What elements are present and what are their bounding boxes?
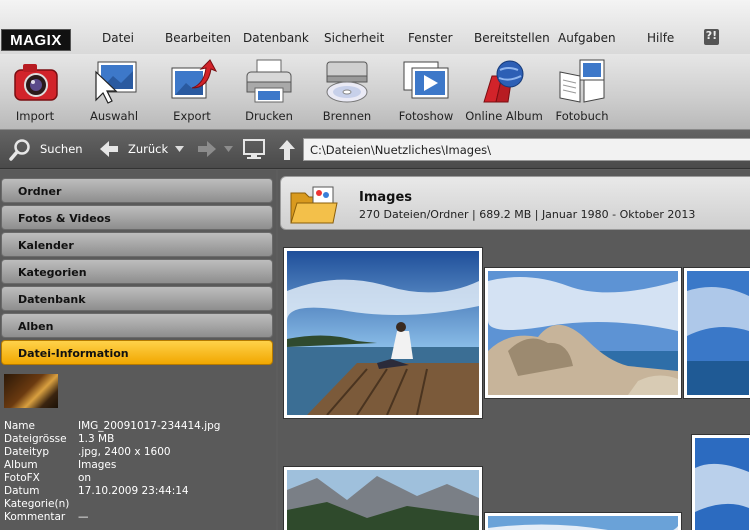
fotobuch-button[interactable]: Fotobuch xyxy=(542,58,622,128)
section-ordner[interactable]: Ordner xyxy=(1,178,273,203)
info-label-kategorie: Kategorie(n) xyxy=(4,498,70,510)
info-label-dateityp: Dateityp xyxy=(4,446,50,458)
left-sidebar: Ordner Fotos & Videos Kalender Kategorie… xyxy=(0,170,276,530)
main-toolbar: Import Auswahl Export Drucken Brennen Fo… xyxy=(0,54,750,130)
drucken-label: Drucken xyxy=(245,109,293,123)
magix-logo: MAGIX xyxy=(1,29,71,51)
photo-rocks-beach xyxy=(488,271,678,395)
online-album-button[interactable]: Online Album xyxy=(464,58,544,128)
forward-arrow-icon[interactable] xyxy=(196,139,218,159)
file-thumbnail[interactable] xyxy=(4,374,58,408)
brennen-label: Brennen xyxy=(322,109,372,123)
back-arrow-icon[interactable] xyxy=(98,139,120,159)
info-label-album: Album xyxy=(4,459,38,471)
info-value-dateityp: .jpg, 2400 x 1600 xyxy=(78,446,171,458)
photobook-icon xyxy=(559,59,605,103)
menu-aufgaben[interactable]: Aufgaben xyxy=(558,31,616,45)
photo-beach-partial xyxy=(488,516,678,530)
search-label[interactable]: Suchen xyxy=(40,142,83,156)
fotoshow-label: Fotoshow xyxy=(398,109,454,123)
menu-hilfe[interactable]: Hilfe xyxy=(647,31,674,45)
photo-mountains xyxy=(287,470,479,530)
search-icon[interactable] xyxy=(8,138,32,162)
folder-header: Images 270 Dateien/Ordner | 689.2 MB | J… xyxy=(280,176,750,230)
export-label: Export xyxy=(173,109,211,123)
burn-disc-icon xyxy=(326,61,368,103)
auswahl-button[interactable]: Auswahl xyxy=(74,58,154,128)
photo-thumbnail[interactable] xyxy=(485,268,681,398)
info-value-kommentar: — xyxy=(78,511,89,523)
folder-icon xyxy=(290,186,338,224)
section-datenbank[interactable]: Datenbank xyxy=(1,286,273,311)
info-value-album: Images xyxy=(78,459,117,471)
import-label: Import xyxy=(15,109,55,123)
drucken-button[interactable]: Drucken xyxy=(229,58,309,128)
export-icon xyxy=(171,59,218,99)
photo-thumbnail[interactable] xyxy=(684,268,750,398)
menu-bearbeiten[interactable]: Bearbeiten xyxy=(165,31,231,45)
computer-icon[interactable] xyxy=(242,139,266,161)
section-datei-information[interactable]: Datei-Information xyxy=(1,340,273,365)
photo-thumbnail[interactable] xyxy=(692,435,750,530)
menu-bar: MAGIX Datei Bearbeiten Datenbank Sicherh… xyxy=(0,0,750,54)
folder-title: Images xyxy=(359,190,413,205)
online-album-label: Online Album xyxy=(465,109,543,123)
info-label-datum: Datum xyxy=(4,485,40,497)
up-arrow-icon[interactable] xyxy=(277,138,297,162)
export-button[interactable]: Export xyxy=(152,58,232,128)
camera-icon xyxy=(14,64,58,101)
menu-sicherheit[interactable]: Sicherheit xyxy=(324,31,384,45)
path-field[interactable]: C:\Dateien\Nuetzliches\Images\ xyxy=(303,138,750,161)
info-value-datum: 17.10.2009 23:44:14 xyxy=(78,485,189,497)
navigation-bar: Suchen Zurück C:\Dateien\Nuetzliches\Ima… xyxy=(0,130,750,169)
info-label-name: Name xyxy=(4,420,35,432)
info-label-kommentar: Kommentar xyxy=(4,511,66,523)
help-icon[interactable]: ?! xyxy=(704,29,719,45)
info-value-name: IMG_20091017-234414.jpg xyxy=(78,420,221,432)
import-button[interactable]: Import xyxy=(0,58,75,128)
back-dropdown-icon[interactable] xyxy=(175,146,184,152)
brennen-button[interactable]: Brennen xyxy=(307,58,387,128)
menu-fenster[interactable]: Fenster xyxy=(408,31,453,45)
folder-summary: 270 Dateien/Ordner | 689.2 MB | Januar 1… xyxy=(359,208,696,221)
photo-pier-man xyxy=(287,251,479,415)
photo-sea-partial xyxy=(687,271,749,395)
back-label[interactable]: Zurück xyxy=(128,142,168,156)
section-fotos-videos[interactable]: Fotos & Videos xyxy=(1,205,273,230)
selection-icon xyxy=(95,61,137,104)
info-label-dateigroesse: Dateigrösse xyxy=(4,433,67,445)
photo-thumbnail[interactable] xyxy=(284,467,482,530)
forward-dropdown-icon[interactable] xyxy=(224,146,233,152)
section-alben[interactable]: Alben xyxy=(1,313,273,338)
menu-datei[interactable]: Datei xyxy=(102,31,134,45)
menu-bereitstellen[interactable]: Bereitstellen xyxy=(474,31,550,45)
section-kalender[interactable]: Kalender xyxy=(1,232,273,257)
fotobuch-label: Fotobuch xyxy=(555,109,609,123)
auswahl-label: Auswahl xyxy=(89,109,139,123)
printer-icon xyxy=(246,59,292,103)
photo-thumbnail[interactable] xyxy=(284,248,482,418)
info-value-fotofx: on xyxy=(78,472,92,484)
photo-thumbnail[interactable] xyxy=(485,513,681,530)
main-content: Images 270 Dateien/Ordner | 689.2 MB | J… xyxy=(278,170,750,530)
online-album-icon xyxy=(483,60,524,103)
slideshow-icon xyxy=(403,61,449,99)
photo-sky-partial xyxy=(695,438,749,530)
info-value-dateigroesse: 1.3 MB xyxy=(78,433,115,445)
fotoshow-button[interactable]: Fotoshow xyxy=(386,58,466,128)
menu-datenbank[interactable]: Datenbank xyxy=(243,31,309,45)
info-label-fotofx: FotoFX xyxy=(4,472,40,484)
section-kategorien[interactable]: Kategorien xyxy=(1,259,273,284)
